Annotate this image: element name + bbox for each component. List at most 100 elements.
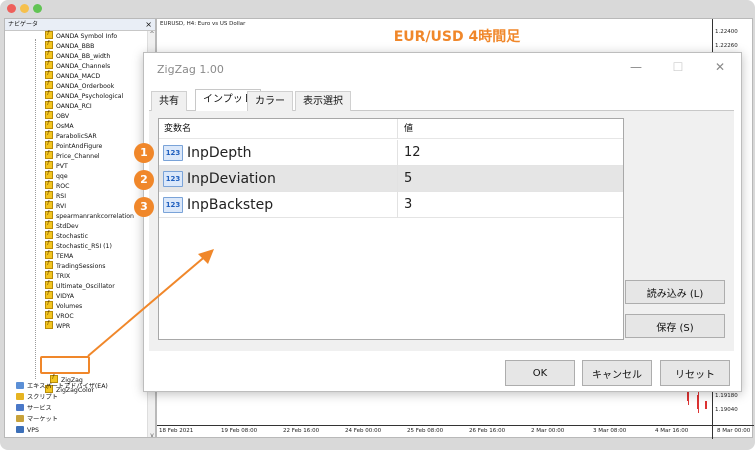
table-header: 変数名 値 [159,119,623,139]
dialog-title: ZigZag 1.00 [157,63,224,76]
indicator-item[interactable]: VIDYA [45,289,75,301]
tab-visualization[interactable]: 表示選択 [295,91,351,111]
navigator-header: ナビゲータ × [5,19,155,31]
indicator-icon [45,239,53,249]
indicator-item[interactable]: VROC [45,309,74,321]
param-name: InpBackstep [187,197,274,213]
indicator-item[interactable]: spearmanrankcorrelation [45,209,134,221]
indicator-label: PVT [56,163,68,170]
indicator-icon [45,259,53,269]
close-window-icon[interactable] [7,4,16,13]
step-badge-1: 1 [134,143,154,163]
indicator-icon [45,209,53,219]
zoom-window-icon[interactable] [33,4,42,13]
param-value[interactable]: 5 [404,166,412,192]
indicator-icon [45,49,53,59]
row-divider [397,192,398,218]
indicator-item[interactable]: OANDA_RCI [45,99,92,111]
minimize-window-icon[interactable] [20,4,29,13]
close-icon[interactable]: ✕ [708,59,732,75]
indicator-item[interactable]: WPR [45,319,70,331]
indicator-label: spearmanrankcorrelation [56,213,134,220]
indicator-icon [45,219,53,229]
indicator-item[interactable]: Stochastic_RSI (1) [45,239,112,251]
indicator-icon [45,79,53,89]
indicator-icon [45,159,53,169]
param-name: InpDeviation [187,171,276,187]
chart-symbol-title: EURUSD, H4: Euro vs US Dollar [160,21,246,27]
table-row[interactable]: 123 InpDepth 12 [159,140,623,166]
cancel-button[interactable]: キャンセル [582,360,652,386]
indicator-item[interactable]: Stochastic [45,229,88,241]
row-divider [397,166,398,192]
indicator-label: PointAndFigure [56,143,103,150]
indicator-icon [45,179,53,189]
indicator-label: TEMA [56,253,74,260]
indicator-item[interactable]: Ultimate_Oscillator [45,279,115,291]
maximize-icon[interactable]: ☐ [666,59,690,75]
nav-market[interactable]: マーケット [16,415,58,425]
indicator-item[interactable]: PointAndFigure [45,139,103,151]
indicator-label: OBV [56,113,70,120]
header-variable: 変数名 [164,124,192,134]
indicator-label: ParabolicSAR [56,133,97,140]
indicator-label: OANDA_Orderbook [56,83,115,90]
tree-line [35,39,36,379]
indicator-icon [45,319,53,329]
indicator-item[interactable]: OANDA_Channels [45,59,111,71]
tab-bar: 共有 インプット カラー 表示選択 [149,89,734,112]
indicator-item[interactable]: TradingSessions [45,259,106,271]
nav-services[interactable]: サービス [16,404,52,414]
price-label: 1.22400 [715,29,738,35]
indicator-icon [45,119,53,129]
param-value[interactable]: 3 [404,192,412,218]
candle [705,401,707,409]
param-value[interactable]: 12 [404,140,421,166]
tab-colors[interactable]: カラー [247,91,293,111]
indicator-item[interactable]: Volumes [45,299,82,311]
indicator-label: OANDA_Channels [56,63,111,70]
time-label: 3 Mar 08:00 [593,428,627,434]
indicator-item[interactable]: OANDA_Orderbook [45,79,115,91]
indicator-label: OANDA_MACD [56,73,101,80]
indicator-label: OANDA_BBB [56,43,95,50]
save-button[interactable]: 保存 (S) [625,314,725,338]
indicator-icon [45,169,53,179]
indicator-item[interactable]: TEMA [45,249,74,261]
price-label: 1.22260 [715,43,738,49]
indicator-item[interactable]: OANDA Symbol Info [45,29,117,41]
tab-common[interactable]: 共有 [151,91,187,111]
indicator-label: OANDA_BB_width [56,53,111,60]
minimize-icon[interactable]: — [624,59,648,75]
navigator-close-icon[interactable]: × [145,19,152,30]
market-icon [16,415,24,422]
indicator-label: RVI [56,203,67,210]
indicator-item[interactable]: OsMA [45,119,74,131]
load-button[interactable]: 読み込み (L) [625,280,725,304]
indicator-icon [45,59,53,69]
time-label: 18 Feb 2021 [159,428,194,434]
nav-experts[interactable]: エキスパートアドバイザ(EA) [16,382,108,392]
table-row[interactable]: 123 InpBackstep 3 [159,192,623,218]
indicator-label: VIDYA [56,293,75,300]
indicator-label: qqe [56,173,68,180]
indicator-item[interactable]: Price_Channel [45,149,100,161]
integer-param-icon: 123 [163,197,183,213]
nav-vps[interactable]: VPS [16,426,39,436]
ok-button[interactable]: OK [505,360,575,386]
scroll-down-icon[interactable]: v [148,432,155,437]
reset-button[interactable]: リセット [660,360,730,386]
table-row[interactable]: 123 InpDeviation 5 [159,166,623,192]
indicator-item[interactable]: ParabolicSAR [45,129,97,141]
indicator-item[interactable]: OANDA_MACD [45,69,101,81]
indicator-item[interactable]: OANDA_BBB [45,39,95,51]
nav-services-label: サービス [27,405,52,412]
indicator-item[interactable]: OANDA_BB_width [45,49,111,61]
indicator-item[interactable]: OANDA_Psychological [45,89,123,101]
indicator-icon [45,199,53,209]
scroll-up-icon[interactable]: ^ [148,31,155,38]
nav-scripts[interactable]: スクリプト [16,393,58,403]
zigzag-highlight [40,356,90,374]
indicator-item[interactable]: StdDev [45,219,79,231]
indicator-icon [45,229,53,239]
